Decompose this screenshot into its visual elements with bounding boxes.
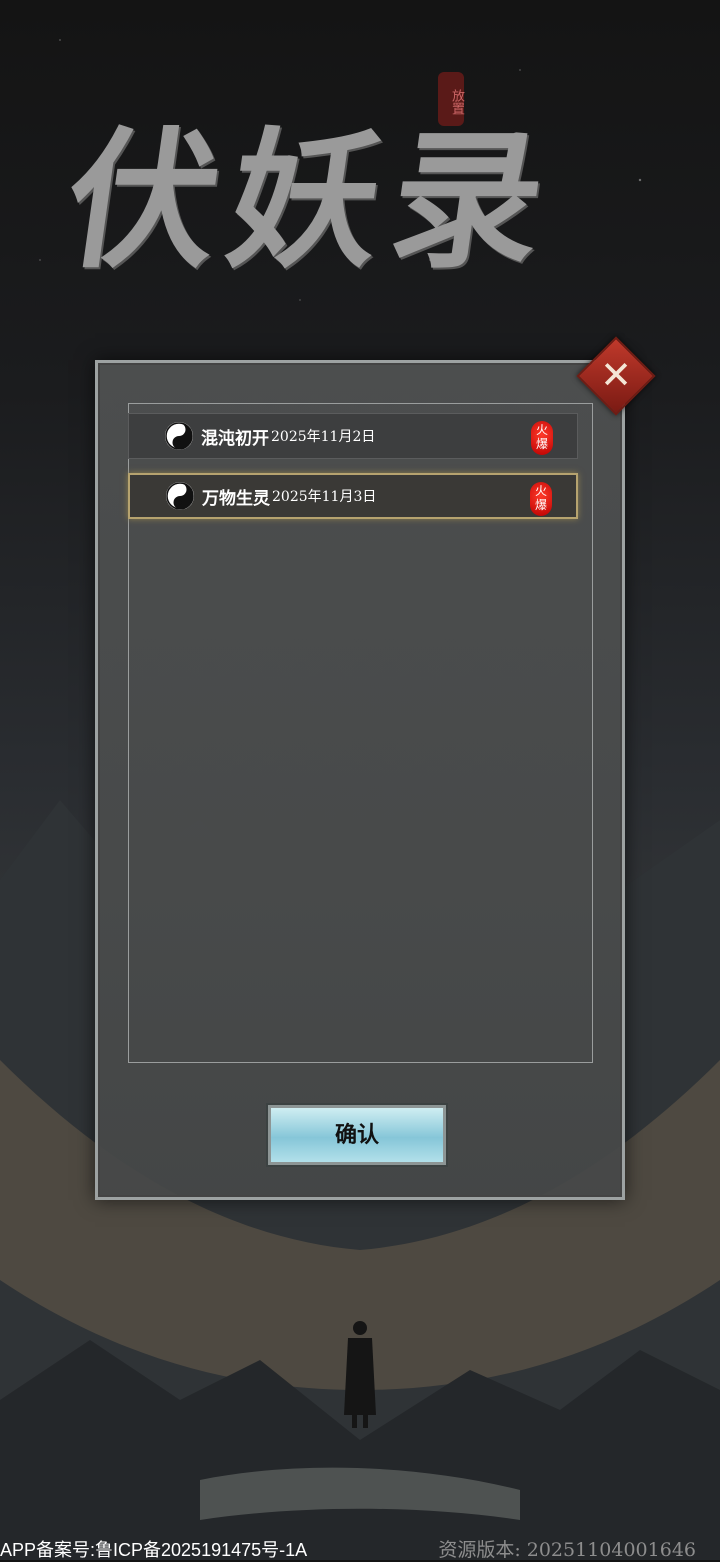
yin-yang-icon [165, 422, 193, 450]
hot-badge: 火爆 [531, 421, 553, 455]
server-row[interactable]: 混沌初开 2025年11月2日 火爆 [128, 413, 578, 459]
server-date: 2025年11月3日 [272, 489, 377, 505]
yin-yang-icon [166, 482, 194, 510]
server-row-selected[interactable]: 万物生灵 2025年11月3日 火爆 [128, 473, 578, 519]
game-title: 伏妖录 [55, 113, 567, 289]
wanderer-figure [344, 1321, 376, 1428]
close-x-icon: ✕ [600, 353, 632, 397]
confirm-button[interactable]: 确认 [268, 1105, 446, 1165]
hot-badge: 火爆 [530, 482, 552, 516]
icp-license-text: APP备案号:鲁ICP备2025191475号-1A [0, 1540, 308, 1560]
server-name: 混沌初开 [201, 428, 269, 449]
resource-version-text: 资源版本: 20251104001646 [438, 1539, 696, 1561]
server-name: 万物生灵 [202, 488, 270, 509]
logo-seal: 放置 [438, 72, 464, 126]
server-date: 2025年11月2日 [271, 429, 376, 445]
